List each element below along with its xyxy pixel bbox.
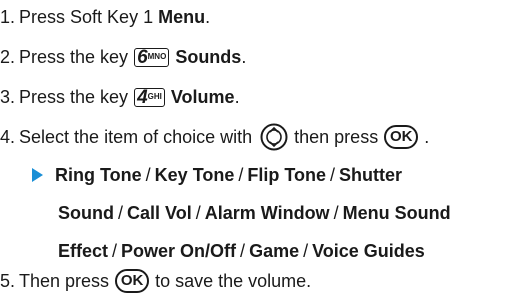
option-voice-guides: Voice Guides — [312, 241, 425, 261]
sounds-label: Sounds — [175, 47, 242, 67]
menu-label: Menu — [158, 7, 206, 27]
option-game: Game — [249, 241, 300, 261]
ok-key-icon: OK — [115, 269, 150, 293]
key-4-icon: 4 GHI — [134, 87, 165, 107]
option-call-vol: Call Vol — [127, 203, 192, 223]
step-number: 5. — [0, 271, 16, 291]
step-number: 4. — [0, 127, 16, 147]
step-text: Press Soft Key 1 — [19, 7, 154, 27]
option-effect: Effect — [58, 241, 109, 261]
step-text: Press the key — [19, 87, 129, 107]
step-text-mid: then press — [294, 127, 379, 147]
step-5: 5. Then press OK to save the volume. — [0, 268, 311, 294]
options-line-2: Sound / Call Vol / Alarm Window / Menu S… — [58, 200, 451, 226]
key-6-icon: 6 MNO — [134, 47, 170, 67]
options-line-3: Effect / Power On/Off / Game / Voice Gui… — [58, 238, 425, 264]
step-text: Select the item of choice with — [19, 127, 253, 147]
option-key-tone: Key Tone — [154, 165, 235, 185]
step-3: 3. Press the key 4 GHI Volume. — [0, 84, 240, 110]
option-flip-tone: Flip Tone — [247, 165, 327, 185]
option-ring-tone: Ring Tone — [55, 165, 142, 185]
step-1: 1. Press Soft Key 1 Menu. — [0, 4, 210, 30]
step-4: 4. Select the item of choice with then p… — [0, 123, 429, 151]
options-line-1: Ring Tone / Key Tone / Flip Tone / Shutt… — [32, 162, 402, 188]
option-power-on-off: Power On/Off — [121, 241, 237, 261]
ok-key-icon: OK — [384, 125, 419, 149]
step-text: Then press — [19, 271, 110, 291]
step-number: 2. — [0, 47, 16, 67]
step-text-post: to save the volume. — [155, 271, 312, 291]
step-text: Press the key — [19, 47, 129, 67]
navigation-key-icon — [260, 123, 288, 151]
option-shutter: Shutter — [339, 165, 403, 185]
option-alarm-window: Alarm Window — [204, 203, 330, 223]
option-menu-sound: Menu Sound — [342, 203, 451, 223]
step-2: 2. Press the key 6 MNO Sounds. — [0, 44, 246, 70]
step-number: 1. — [0, 7, 16, 27]
volume-label: Volume — [170, 87, 235, 107]
right-triangle-icon — [32, 168, 43, 182]
step-number: 3. — [0, 87, 16, 107]
option-sound: Sound — [58, 203, 114, 223]
